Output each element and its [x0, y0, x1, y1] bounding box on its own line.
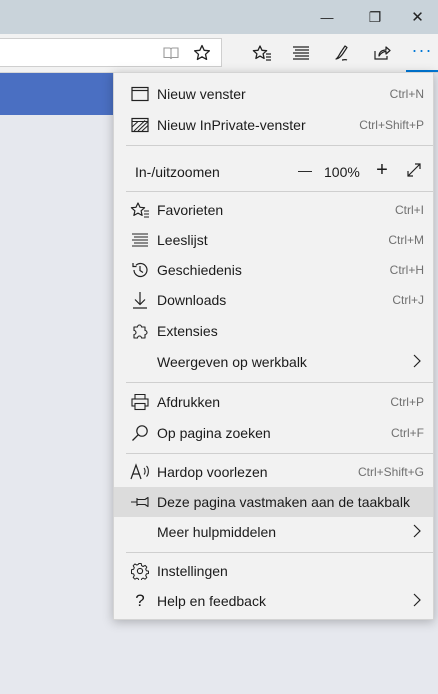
chevron-right-icon — [412, 523, 422, 539]
menu-item-label: Geschiedenis — [157, 262, 242, 278]
zoom-level-value: 100% — [324, 164, 360, 180]
menu-item-label: Instellingen — [157, 563, 228, 579]
menu-separator — [126, 552, 433, 553]
favorites-list-icon — [130, 200, 150, 220]
gear-icon — [130, 561, 150, 581]
shortcut-text: Ctrl+I — [394, 203, 424, 217]
menu-item-label: Extensies — [157, 323, 218, 339]
menu-separator — [126, 145, 433, 146]
menu-item-history[interactable]: Geschiedenis Ctrl+H — [114, 255, 433, 285]
restore-icon: ❐ — [368, 8, 382, 25]
menu-item-label: Op pagina zoeken — [157, 425, 271, 441]
menu-item-label: Help en feedback — [157, 593, 266, 609]
menu-item-favorites[interactable]: Favorieten Ctrl+I — [114, 195, 433, 225]
close-window-button[interactable]: ✕ — [397, 0, 438, 34]
shortcut-text: Ctrl+Shift+P — [359, 118, 424, 132]
menu-item-label: Meer hulpmiddelen — [157, 524, 277, 540]
question-mark-icon: ? — [135, 591, 145, 610]
menu-item-label: Hardop voorlezen — [157, 464, 268, 480]
close-icon: ✕ — [411, 9, 424, 26]
menu-item-label: Nieuw venster — [157, 86, 246, 102]
menu-item-settings[interactable]: Instellingen — [114, 556, 433, 586]
shortcut-text: Ctrl+H — [389, 263, 424, 277]
printer-icon — [130, 392, 150, 412]
fullscreen-icon — [407, 163, 421, 177]
zoom-out-button[interactable]: — — [295, 162, 315, 178]
menu-item-label: Afdrukken — [157, 394, 221, 410]
page-header-band — [0, 73, 120, 115]
menu-item-read-aloud[interactable]: Hardop voorlezen Ctrl+Shift+G — [114, 457, 433, 487]
menu-item-label: Weergeven op werkbalk — [157, 354, 307, 370]
menu-item-label: Leeslijst — [157, 232, 208, 248]
search-icon — [130, 423, 150, 443]
history-icon — [130, 260, 150, 280]
reading-list-icon[interactable] — [286, 38, 316, 68]
shortcut-text: Ctrl+Shift+G — [357, 465, 424, 479]
zoom-row: In-/uitzoomen — 100% + — [114, 157, 433, 187]
address-bar[interactable] — [0, 38, 222, 67]
minimize-icon: — — [320, 9, 334, 25]
download-icon — [130, 290, 150, 310]
shortcut-text: Ctrl+P — [390, 395, 424, 409]
menu-item-new-inprivate-window[interactable]: Nieuw InPrivate-venster Ctrl+Shift+P — [114, 110, 433, 140]
minimize-button[interactable]: — — [304, 0, 350, 34]
read-aloud-icon — [130, 462, 150, 482]
browser-toolbar: ··· — [0, 34, 438, 73]
more-dots-icon: ··· — [411, 39, 433, 60]
menu-item-label: Deze pagina vastmaken aan de taakbalk — [157, 494, 410, 510]
notes-pen-icon[interactable] — [327, 38, 357, 68]
favorite-star-icon[interactable] — [187, 38, 217, 68]
shortcut-text: Ctrl+N — [389, 87, 424, 101]
pin-icon — [130, 492, 150, 512]
menu-separator — [126, 453, 433, 454]
menu-item-new-window[interactable]: Nieuw venster Ctrl+N — [114, 79, 433, 109]
fullscreen-button[interactable] — [406, 162, 422, 178]
menu-item-label: Downloads — [157, 292, 227, 308]
reading-list-icon — [130, 230, 150, 250]
reading-view-icon[interactable] — [156, 38, 186, 68]
settings-menu: Nieuw venster Ctrl+N Nieuw InPrivate-ven… — [113, 72, 434, 620]
more-button[interactable]: ··· — [406, 38, 438, 72]
chevron-right-icon — [412, 592, 422, 608]
inprivate-window-icon — [130, 115, 150, 135]
menu-item-label: Nieuw InPrivate-venster — [157, 117, 306, 133]
shortcut-text: Ctrl+M — [388, 233, 424, 247]
maximize-button[interactable]: ❐ — [352, 0, 398, 34]
menu-item-show-in-toolbar[interactable]: Weergeven op werkbalk — [114, 347, 433, 377]
menu-separator — [126, 382, 433, 383]
menu-item-more-tools[interactable]: Meer hulpmiddelen — [114, 517, 433, 547]
shortcut-text: Ctrl+J — [392, 293, 424, 307]
menu-separator — [126, 191, 433, 192]
favorites-icon[interactable] — [247, 38, 277, 68]
menu-item-extensions[interactable]: Extensies — [114, 316, 433, 346]
menu-item-print[interactable]: Afdrukken Ctrl+P — [114, 387, 433, 417]
menu-item-help-feedback[interactable]: ? Help en feedback — [114, 586, 433, 616]
menu-item-reading-list[interactable]: Leeslijst Ctrl+M — [114, 225, 433, 255]
chevron-right-icon — [412, 353, 422, 369]
share-icon[interactable] — [367, 38, 397, 68]
menu-item-find-on-page[interactable]: Op pagina zoeken Ctrl+F — [114, 418, 433, 448]
new-window-icon — [130, 84, 150, 104]
puzzle-piece-icon — [130, 321, 150, 341]
title-bar: — ❐ ✕ — [0, 0, 438, 34]
menu-item-label: Favorieten — [157, 202, 224, 218]
menu-item-downloads[interactable]: Downloads Ctrl+J — [114, 285, 433, 315]
zoom-in-button[interactable]: + — [372, 159, 392, 182]
menu-item-pin-to-taskbar[interactable]: Deze pagina vastmaken aan de taakbalk — [114, 487, 433, 517]
zoom-label: In-/uitzoomen — [135, 164, 220, 180]
shortcut-text: Ctrl+F — [391, 426, 424, 440]
